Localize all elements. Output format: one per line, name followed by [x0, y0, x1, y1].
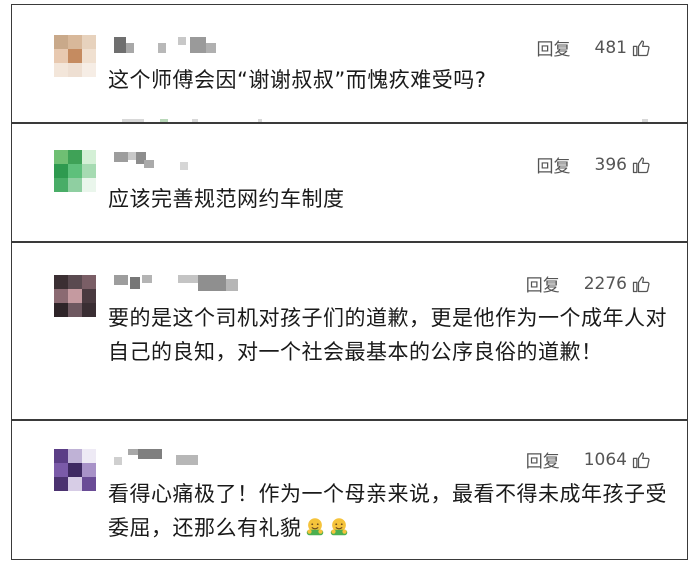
- like-count: 481: [594, 37, 627, 58]
- hugging-face-emoji-icon: [306, 518, 323, 536]
- reply-button[interactable]: 回复: [537, 152, 571, 177]
- comment-text: 这个师傅会因“谢谢叔叔”而愧疚难受吗?: [108, 68, 487, 92]
- like-count: 2276: [583, 273, 627, 294]
- comment-actions: 回复 1064: [526, 447, 651, 472]
- avatar[interactable]: [54, 150, 96, 192]
- thumbs-up-icon[interactable]: [631, 450, 651, 470]
- comment-actions: 回复 396: [537, 152, 651, 177]
- comment-card: 回复 2276 要的是这个司机对孩子们的道歉，更是他作为一个成年人对自己的良知，…: [11, 242, 688, 420]
- username-blurred[interactable]: [114, 275, 244, 295]
- username-blurred[interactable]: [114, 37, 244, 57]
- reply-button[interactable]: 回复: [526, 447, 560, 472]
- thumbs-up-icon[interactable]: [631, 155, 651, 175]
- comment-card: 回复 1064 看得心痛极了！作为一个母亲来说，最看不得未成年孩子受委屈，还那么…: [11, 420, 688, 560]
- like-count: 396: [594, 154, 627, 175]
- hugging-face-emoji-icon: [330, 518, 347, 536]
- thumbs-up-icon[interactable]: [631, 38, 651, 58]
- avatar[interactable]: [54, 449, 96, 491]
- reply-button[interactable]: 回复: [537, 35, 571, 60]
- comment-actions: 回复 481: [537, 35, 651, 60]
- comment-text-body: 看得心痛极了！作为一个母亲来说，最看不得未成年孩子受委屈，还那么有礼貌: [108, 482, 667, 540]
- avatar[interactable]: [54, 275, 96, 317]
- reply-button[interactable]: 回复: [526, 271, 560, 296]
- comment-actions: 回复 2276: [526, 271, 651, 296]
- username-blurred[interactable]: [114, 449, 244, 469]
- like-count: 1064: [583, 449, 627, 470]
- comment-card: 回复 396 应该完善规范网约车制度: [11, 123, 688, 242]
- comment-text: 要的是这个司机对孩子们的道歉，更是他作为一个成年人对自己的良知，对一个社会最基本…: [108, 306, 667, 364]
- avatar[interactable]: [54, 35, 96, 77]
- comment-text: 看得心痛极了！作为一个母亲来说，最看不得未成年孩子受委屈，还那么有礼貌: [108, 477, 668, 545]
- comment-text: 应该完善规范网约车制度: [108, 187, 345, 211]
- comment-card: 回复 481 这个师傅会因“谢谢叔叔”而愧疚难受吗?: [11, 4, 688, 123]
- username-blurred[interactable]: [114, 152, 244, 172]
- thumbs-up-icon[interactable]: [631, 274, 651, 294]
